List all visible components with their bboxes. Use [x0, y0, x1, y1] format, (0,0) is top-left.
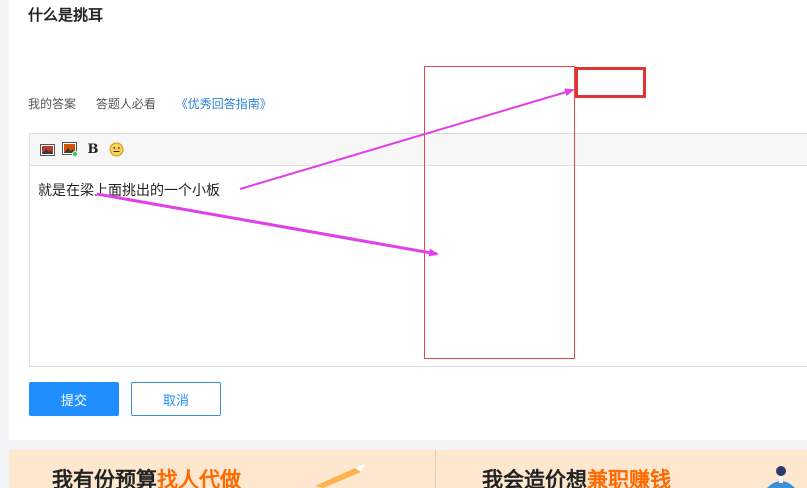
promo-parttime-highlight: 兼职赚钱 [587, 468, 671, 488]
promo-parttime-prefix: 我会造价想 [482, 468, 587, 488]
promo-parttime[interactable]: 我会造价想兼职赚钱 [482, 464, 671, 488]
promo-outsource-prefix: 我有份预算 [52, 468, 157, 488]
promo-outsource-highlight: 找人代做 [157, 468, 241, 488]
promo-banner[interactable]: 我有份预算找人代做 我会造价想兼职赚钱 [9, 450, 807, 488]
arrow-to-rectangle [96, 192, 439, 257]
promo-outsource[interactable]: 我有份预算找人代做 [52, 464, 241, 488]
arrow-to-highlight-box [239, 88, 575, 190]
pencil-illustration-icon [315, 464, 365, 488]
person-illustration-icon [767, 466, 795, 488]
annotation-arrows [96, 88, 575, 257]
banner-divider [435, 450, 436, 488]
